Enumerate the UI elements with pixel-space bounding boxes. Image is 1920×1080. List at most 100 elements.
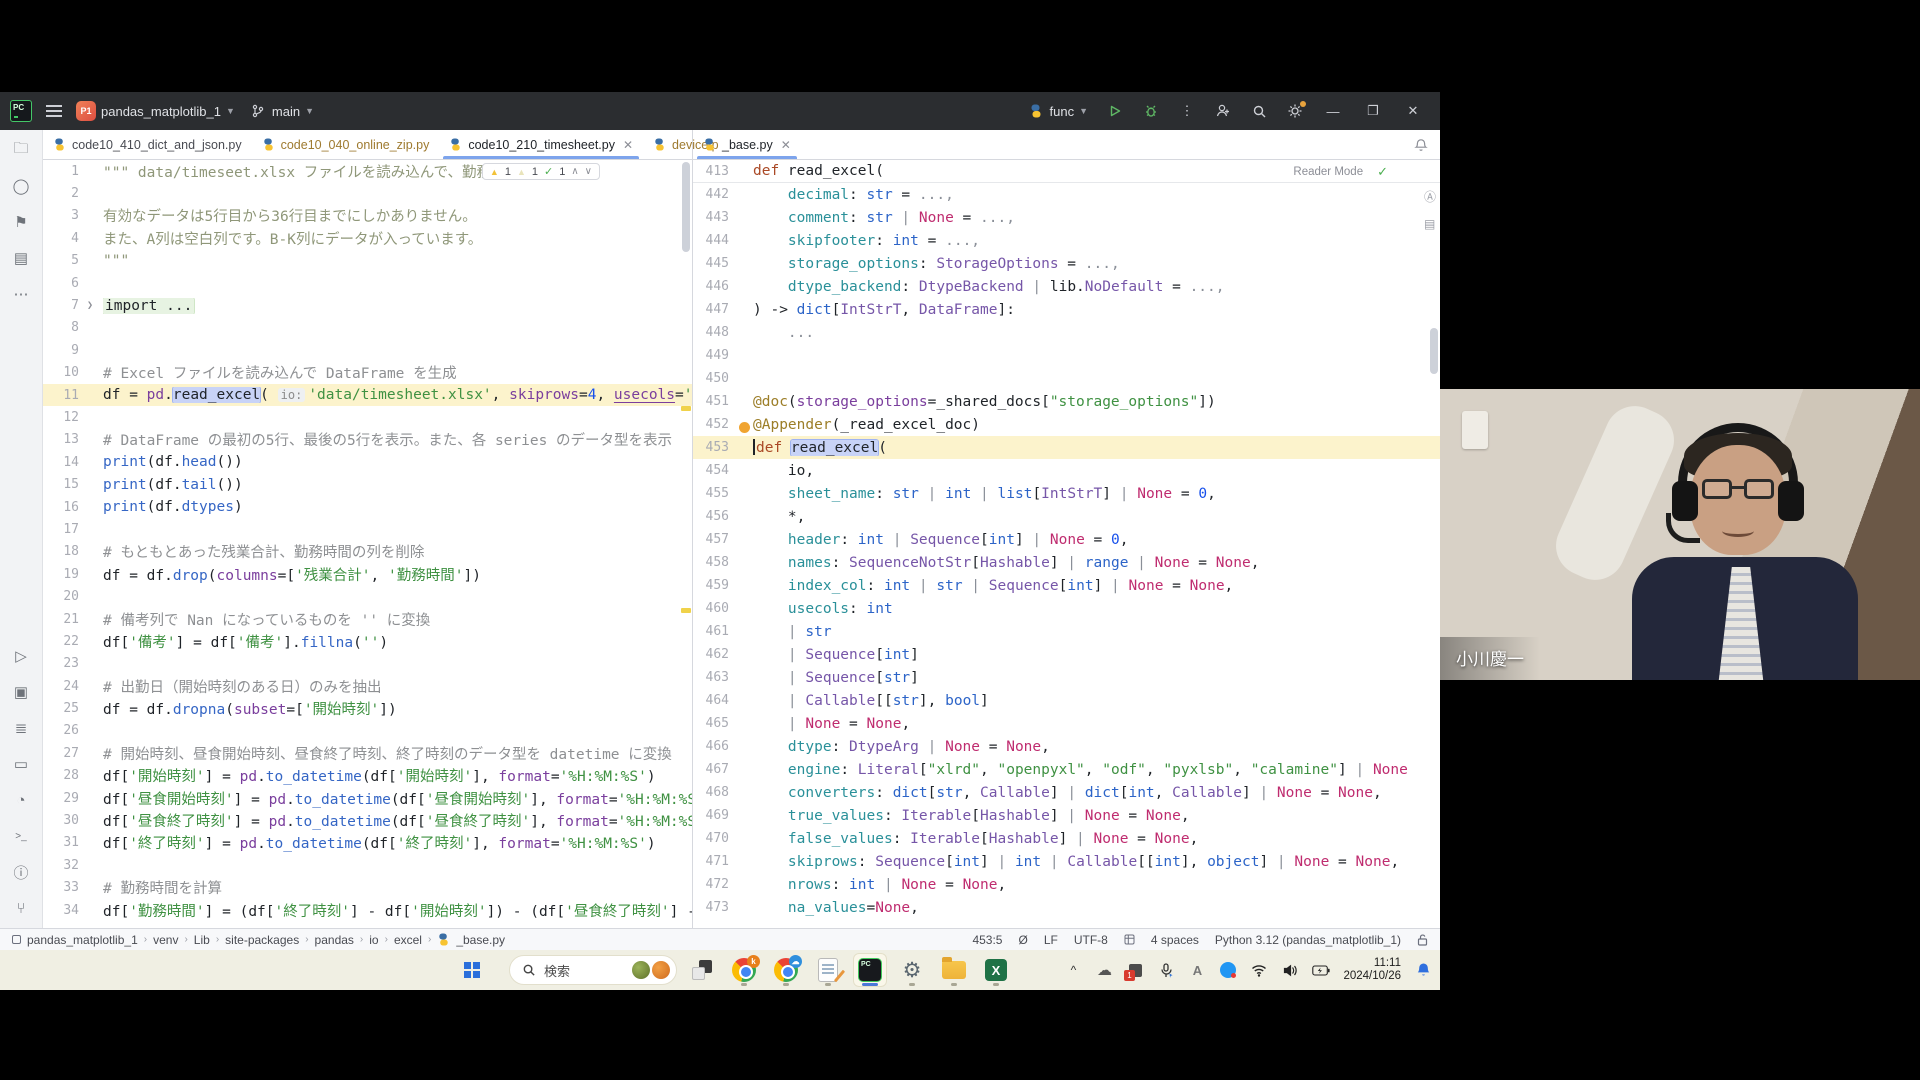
line-number[interactable]: 31	[43, 835, 87, 850]
line-number[interactable]: 469	[693, 808, 737, 823]
tray-microphone-icon[interactable]	[1157, 961, 1175, 979]
line-number[interactable]: 23	[43, 656, 87, 671]
tray-onedrive-icon[interactable]: ☁	[1095, 961, 1113, 979]
code-line[interactable]: 18 # もともとあった残業合計、勤務時間の列を削除	[43, 541, 692, 563]
line-number[interactable]: 465	[693, 716, 737, 731]
taskbar-app-chrome-cloud[interactable]: ☁	[769, 953, 803, 987]
line-number[interactable]: 451	[693, 394, 737, 409]
toolwindow-python-console-icon[interactable]: ▭	[11, 754, 31, 774]
line-number[interactable]: 10	[43, 365, 87, 380]
code-line[interactable]: 2	[43, 182, 692, 204]
line-number[interactable]: 450	[693, 371, 737, 386]
line-number[interactable]: 13	[43, 432, 87, 447]
tray-app-icon-blue[interactable]	[1219, 961, 1237, 979]
breadcrumb-item[interactable]: pandas	[315, 933, 354, 947]
code-line[interactable]: 6	[43, 272, 692, 294]
line-number[interactable]: 468	[693, 785, 737, 800]
code-line[interactable]: 451 @doc(storage_options=_shared_docs["st…	[693, 390, 1440, 413]
line-number[interactable]: 8	[43, 320, 87, 335]
inspections-off-icon[interactable]: Ø	[1018, 933, 1027, 947]
line-number[interactable]: 453	[693, 440, 737, 455]
line-number[interactable]: 14	[43, 455, 87, 470]
line-number[interactable]: 20	[43, 589, 87, 604]
line-number[interactable]: 447	[693, 302, 737, 317]
toolwindow-version-control-icon[interactable]: ⑂	[11, 898, 31, 918]
code-line[interactable]: 9	[43, 339, 692, 361]
scrollbar-thumb[interactable]	[682, 162, 690, 252]
line-number[interactable]: 33	[43, 880, 87, 895]
code-editor-base-py[interactable]: Reader Mode ✓ Ⓐ ▤ 413 def read_excel(442 …	[693, 160, 1440, 928]
code-line[interactable]: 24 # 出勤日（開始時刻のある日）のみを抽出	[43, 675, 692, 697]
code-with-me-icon[interactable]	[1214, 102, 1232, 120]
line-number[interactable]: 26	[43, 723, 87, 738]
taskbar-app-settings[interactable]: ⚙	[895, 953, 929, 987]
code-line[interactable]: 453 def read_excel(	[693, 436, 1440, 459]
project-widget[interactable]: P1 pandas_matplotlib_1 ▼	[76, 101, 235, 121]
toolwindow-more-icon[interactable]: ⋯	[11, 284, 31, 304]
line-number[interactable]: 444	[693, 233, 737, 248]
code-line[interactable]: 448 ...	[693, 321, 1440, 344]
file-encoding[interactable]: UTF-8	[1074, 933, 1108, 947]
line-number[interactable]: 445	[693, 256, 737, 271]
code-line[interactable]: 457 header: int | Sequence[int] | None =…	[693, 528, 1440, 551]
line-number[interactable]: 12	[43, 410, 87, 425]
tray-show-hidden-icons[interactable]: ^	[1064, 961, 1082, 979]
line-number[interactable]: 6	[43, 276, 87, 291]
breadcrumb-item[interactable]: _base.py	[456, 933, 505, 947]
code-editor-timesheet[interactable]: ▲ 1 ▲ 1 ✓ 1 ∧ ∨ 1 """ data/timeseet.xlsx ファイ…	[43, 160, 692, 928]
line-number[interactable]: 473	[693, 900, 737, 915]
breadcrumb-item[interactable]: pandas_matplotlib_1	[27, 933, 138, 947]
tray-app-badge-icon[interactable]	[1123, 961, 1144, 981]
breadcrumb-item[interactable]: io	[369, 933, 378, 947]
code-line[interactable]: 471 skiprows: Sequence[int] | int | Call…	[693, 850, 1440, 873]
taskbar-app-excel[interactable]: X	[979, 953, 1013, 987]
toolwindow-terminal-icon[interactable]: >_	[11, 826, 31, 846]
code-line[interactable]: 454 io,	[693, 459, 1440, 482]
line-number[interactable]: 454	[693, 463, 737, 478]
line-number[interactable]: 448	[693, 325, 737, 340]
code-line[interactable]: 31 df['終了時刻'] = pd.to_datetime(df['終了時刻']…	[43, 832, 692, 854]
line-number[interactable]: 462	[693, 647, 737, 662]
code-line[interactable]: 468 converters: dict[str, Callable] | di…	[693, 781, 1440, 804]
window-minimize-button[interactable]: —	[1322, 104, 1344, 119]
line-number[interactable]: 25	[43, 701, 87, 716]
indent-size[interactable]: 4 spaces	[1151, 933, 1199, 947]
code-line[interactable]: 23	[43, 653, 692, 675]
line-number[interactable]: 29	[43, 791, 87, 806]
line-number[interactable]: 9	[43, 343, 87, 358]
code-line[interactable]: 4 また、A列は空白列です。B-K列にデータが入っています。	[43, 227, 692, 249]
code-line[interactable]: 467 engine: Literal["xlrd", "openpyxl", …	[693, 758, 1440, 781]
line-number[interactable]: 16	[43, 500, 87, 515]
code-line[interactable]: 21 # 備考列で Nan になっているものを '' に変換	[43, 608, 692, 630]
python-interpreter[interactable]: Python 3.12 (pandas_matplotlib_1)	[1215, 933, 1401, 947]
line-number[interactable]: 28	[43, 768, 87, 783]
line-number[interactable]: 459	[693, 578, 737, 593]
start-button[interactable]	[455, 953, 489, 987]
breadcrumb-item[interactable]: Lib	[194, 933, 210, 947]
code-line[interactable]: 443 comment: str | None = ...,	[693, 206, 1440, 229]
code-line[interactable]: 444 skipfooter: int = ...,	[693, 229, 1440, 252]
line-number[interactable]: 3	[43, 208, 87, 223]
code-line[interactable]: 33 # 勤務時間を計算	[43, 877, 692, 899]
tray-ime-mode-icon[interactable]: A	[1188, 961, 1206, 979]
line-number[interactable]: 17	[43, 522, 87, 537]
code-line[interactable]: 16 print(df.dtypes)	[43, 496, 692, 518]
line-number[interactable]: 470	[693, 831, 737, 846]
scrollbar-thumb[interactable]	[1430, 328, 1438, 374]
line-number[interactable]: 413	[693, 164, 737, 179]
code-line[interactable]: 442 decimal: str = ...,	[693, 183, 1440, 206]
code-line[interactable]: 459 index_col: int | str | Sequence[int]…	[693, 574, 1440, 597]
run-config-selector[interactable]: func ▼	[1027, 102, 1088, 120]
window-close-button[interactable]: ✕	[1402, 103, 1424, 119]
line-number[interactable]: 22	[43, 634, 87, 649]
code-line[interactable]: 7 ❯ import ...	[43, 294, 692, 316]
search-box[interactable]: 検索	[509, 955, 677, 985]
line-number[interactable]: 472	[693, 877, 737, 892]
line-number[interactable]: 464	[693, 693, 737, 708]
code-line[interactable]: 17	[43, 518, 692, 540]
code-line[interactable]: 25 df = df.dropna(subset=['開始時刻'])	[43, 697, 692, 719]
code-line[interactable]: 13 # DataFrame の最初の5行、最後の5行を表示。また、各 serie…	[43, 429, 692, 451]
code-line[interactable]: 12	[43, 406, 692, 428]
code-line[interactable]: 450	[693, 367, 1440, 390]
line-number[interactable]: 1	[43, 164, 87, 179]
